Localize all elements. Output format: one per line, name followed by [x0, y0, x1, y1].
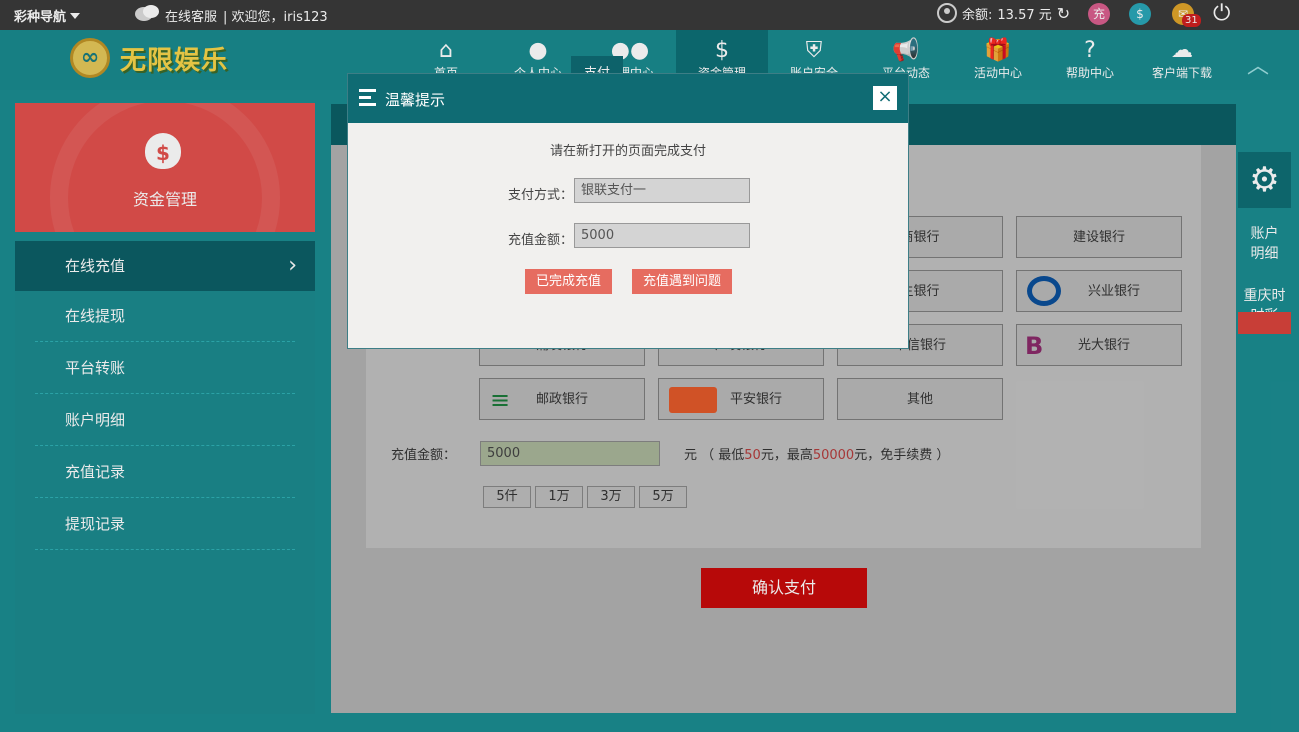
tip-modal: 温馨提示 × 请在新打开的页面完成支付 支付方式： 银联支付一 充值金额： 50… [347, 73, 909, 349]
modal-tip: 请在新打开的页面完成支付 [549, 144, 706, 159]
recharge-amount-row: 充值金额： 5000 [508, 223, 750, 248]
recharge-problem-button[interactable]: 充值遇到问题 [632, 269, 732, 294]
modal-title: 温馨提示 [385, 91, 446, 109]
menu-icon [359, 89, 376, 109]
done-label: 已完成充值 [535, 274, 601, 289]
recharge-amount-label: 充值金额： [508, 233, 574, 248]
problem-label: 充值遇到问题 [642, 274, 721, 289]
modal-header: 温馨提示 × [348, 74, 908, 123]
payment-method-row: 支付方式： 银联支付一 [508, 178, 750, 203]
recharge-amount-field: 5000 [574, 223, 750, 248]
close-icon[interactable]: × [873, 86, 897, 110]
payment-method-field: 银联支付一 [574, 178, 750, 203]
recharge-done-button[interactable]: 已完成充值 [525, 269, 612, 294]
payment-method-label: 支付方式： [508, 188, 574, 203]
